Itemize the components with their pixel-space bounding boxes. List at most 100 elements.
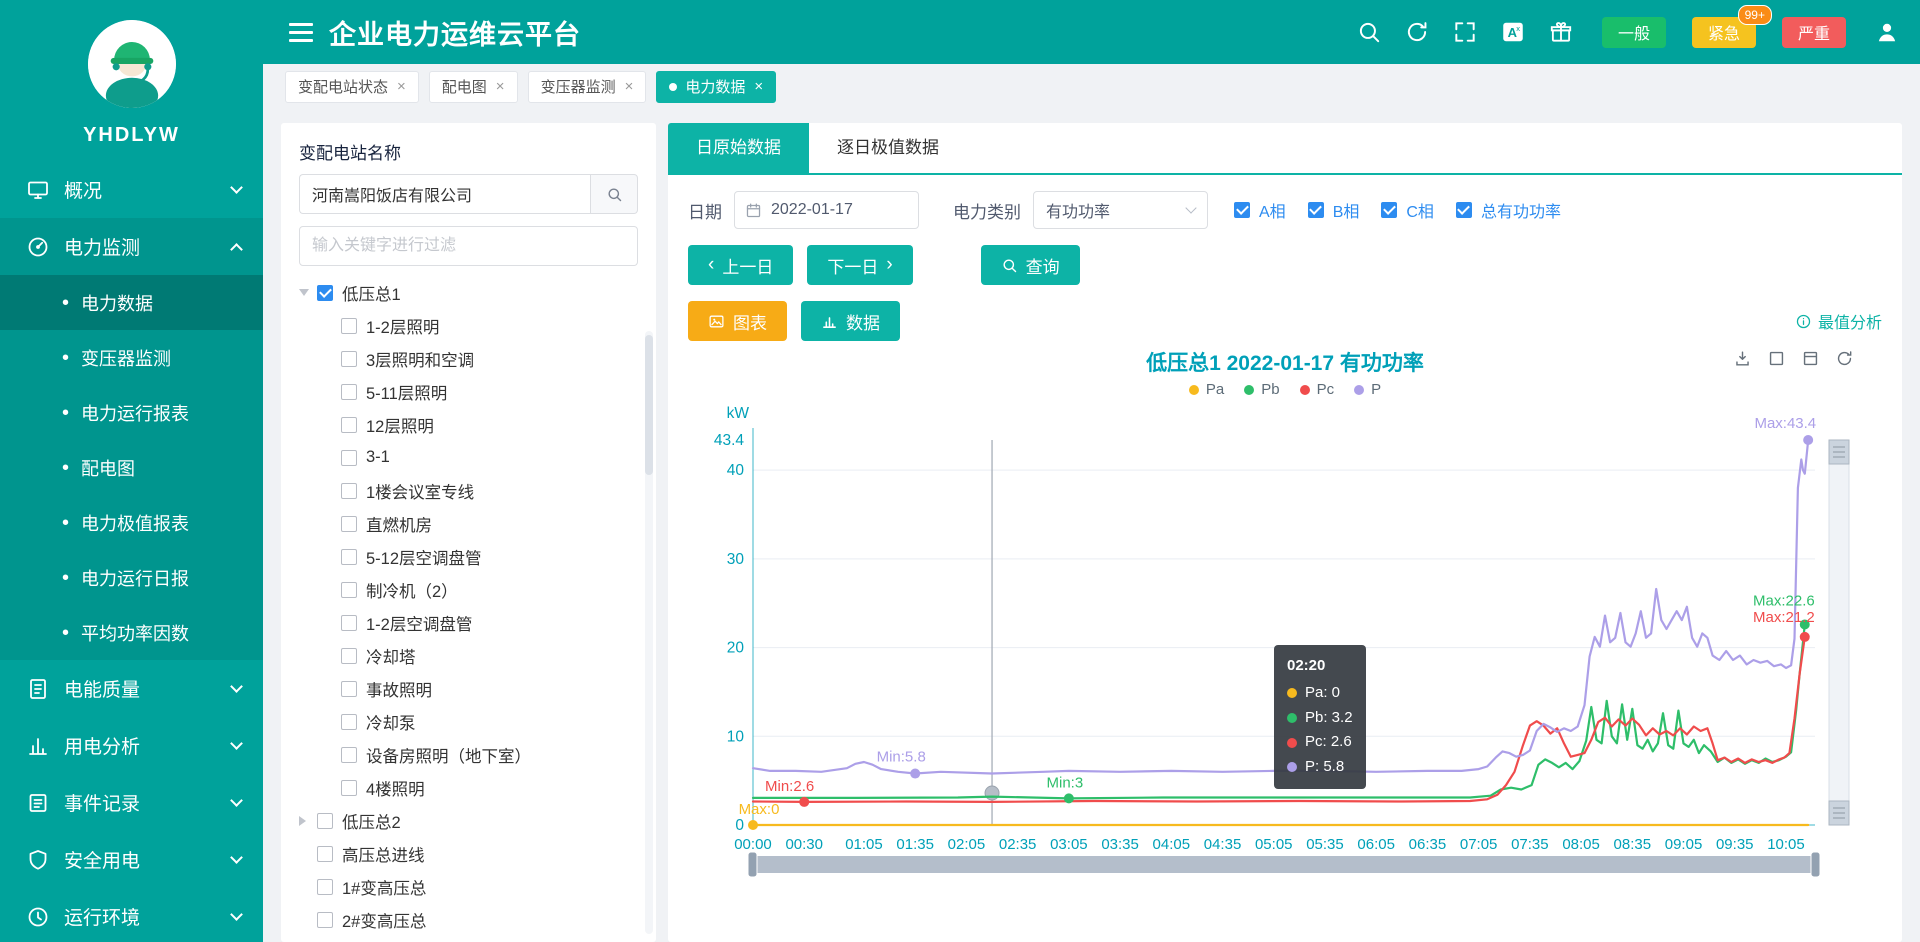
- tree-node[interactable]: 5-11层照明: [299, 375, 638, 408]
- sidebar-item-transformer-monitoring[interactable]: •变压器监测: [0, 330, 263, 385]
- tree-collapse-icon[interactable]: [299, 816, 311, 826]
- user-avatar-icon[interactable]: [1874, 19, 1900, 45]
- tree-node[interactable]: 冷却塔: [299, 639, 638, 672]
- station-search-button[interactable]: [590, 174, 638, 214]
- tree-scrollbar-thumb[interactable]: [645, 335, 653, 475]
- phase-checkbox-B相[interactable]: B相: [1308, 198, 1360, 222]
- sidebar-item-avg-power-factor[interactable]: •平均功率因数: [0, 605, 263, 660]
- close-icon[interactable]: ×: [496, 79, 505, 94]
- tree-checkbox[interactable]: [341, 648, 357, 664]
- close-icon[interactable]: ×: [625, 79, 634, 94]
- tree-checkbox[interactable]: [317, 879, 333, 895]
- sidebar-item-distribution-diagram[interactable]: •配电图: [0, 440, 263, 495]
- sidebar-item-power-safety[interactable]: 安全用电: [0, 831, 263, 888]
- datazoom-x-handle[interactable]: [748, 852, 757, 877]
- tree-node[interactable]: 1楼会议室专线: [299, 474, 638, 507]
- power-category-select[interactable]: 有功功率: [1033, 191, 1208, 229]
- sidebar-item-power-operation-report[interactable]: •电力运行报表: [0, 385, 263, 440]
- legend-item-P[interactable]: P: [1354, 381, 1381, 398]
- tree-checkbox[interactable]: [341, 384, 357, 400]
- tree-checkbox[interactable]: [341, 417, 357, 433]
- tree-checkbox[interactable]: [317, 912, 333, 928]
- alarm-button-general[interactable]: 一般: [1602, 17, 1666, 48]
- tree-checkbox[interactable]: [341, 747, 357, 763]
- prev-day-button[interactable]: ‹上一日: [688, 245, 793, 285]
- axis-pointer-handle[interactable]: [985, 786, 999, 800]
- tree-checkbox[interactable]: [341, 318, 357, 334]
- tab-distribution-diagram[interactable]: 配电图×: [429, 71, 518, 103]
- refresh-icon[interactable]: [1404, 19, 1430, 45]
- alarm-button-severe[interactable]: 严重: [1782, 17, 1846, 48]
- tab-raw-daily[interactable]: 日原始数据: [668, 123, 809, 173]
- datazoom-x-track[interactable]: [753, 856, 1815, 873]
- tree-node[interactable]: 12层照明: [299, 408, 638, 441]
- translate-icon[interactable]: Ax: [1500, 19, 1526, 45]
- sidebar-item-power-extreme-report[interactable]: •电力极值报表: [0, 495, 263, 550]
- sidebar-item-power-analysis[interactable]: 用电分析: [0, 717, 263, 774]
- tab-substation-status[interactable]: 变配电站状态×: [285, 71, 419, 103]
- sidebar-item-overview[interactable]: 概况: [0, 161, 263, 218]
- checkbox-icon[interactable]: [1234, 202, 1250, 218]
- tree-node[interactable]: 设备房照明（地下室）: [299, 738, 638, 771]
- close-icon[interactable]: ×: [397, 79, 406, 94]
- fullscreen-icon[interactable]: [1452, 19, 1478, 45]
- tree-checkbox[interactable]: [341, 450, 357, 466]
- sidebar-item-event-records[interactable]: 事件记录: [0, 774, 263, 831]
- tree-node[interactable]: 1-2层照明: [299, 309, 638, 342]
- legend-item-Pc[interactable]: Pc: [1300, 381, 1335, 398]
- tree-node[interactable]: 低压总2: [299, 804, 638, 837]
- zoom-box-icon[interactable]: [1767, 349, 1786, 368]
- tree-checkbox[interactable]: [317, 813, 333, 829]
- tab-power-data[interactable]: 电力数据×: [656, 71, 776, 103]
- restore-refresh-icon[interactable]: [1835, 349, 1854, 368]
- data-view-icon[interactable]: [1801, 349, 1820, 368]
- tree-node[interactable]: 3-1: [299, 441, 638, 474]
- tree-checkbox[interactable]: [341, 549, 357, 565]
- legend-item-Pb[interactable]: Pb: [1244, 381, 1279, 398]
- tree-checkbox[interactable]: [341, 483, 357, 499]
- tree-expand-icon[interactable]: [299, 289, 309, 301]
- checkbox-icon[interactable]: [1381, 202, 1397, 218]
- legend-item-Pa[interactable]: Pa: [1189, 381, 1224, 398]
- alarm-button-urgent[interactable]: 紧急99+: [1692, 17, 1756, 48]
- checkbox-icon[interactable]: [1308, 202, 1324, 218]
- next-day-button[interactable]: 下一日›: [807, 245, 912, 285]
- station-name-input[interactable]: [299, 174, 590, 214]
- tree-node[interactable]: 高压总进线: [299, 837, 638, 870]
- date-input[interactable]: 2022-01-17: [734, 191, 919, 229]
- chart-view-button[interactable]: 图表: [688, 301, 787, 341]
- datazoom-y-track[interactable]: [1829, 440, 1849, 825]
- sidebar-item-power-daily-report[interactable]: •电力运行日报: [0, 550, 263, 605]
- tree-node[interactable]: 事故照明: [299, 672, 638, 705]
- datazoom-x-handle[interactable]: [1811, 852, 1820, 877]
- tree-node[interactable]: 直燃机房: [299, 507, 638, 540]
- search-icon[interactable]: [1356, 19, 1382, 45]
- query-button[interactable]: 查询: [981, 245, 1080, 285]
- tree-checkbox[interactable]: [341, 681, 357, 697]
- save-image-icon[interactable]: [1733, 349, 1752, 368]
- tree-node[interactable]: 冷却泵: [299, 705, 638, 738]
- tree-checkbox[interactable]: [341, 615, 357, 631]
- theme-gift-icon[interactable]: [1548, 19, 1574, 45]
- tree-checkbox[interactable]: [317, 285, 333, 301]
- tab-daily-extreme[interactable]: 逐日极值数据: [809, 123, 967, 173]
- close-icon[interactable]: ×: [754, 79, 763, 94]
- tree-checkbox[interactable]: [341, 780, 357, 796]
- sidebar-item-environment[interactable]: 运行环境: [0, 888, 263, 942]
- sidebar-item-power-monitoring[interactable]: 电力监测: [0, 218, 263, 275]
- power-chart[interactable]: 01020304043.4kW00:0000:3001:0501:3502:05…: [695, 400, 1875, 900]
- tree-node[interactable]: 低压总1: [299, 276, 638, 309]
- tree-scrollbar[interactable]: [645, 331, 653, 934]
- phase-checkbox-A相[interactable]: A相: [1234, 198, 1286, 222]
- tree-node[interactable]: 5-12层空调盘管: [299, 540, 638, 573]
- sidebar-item-power-quality[interactable]: 电能质量: [0, 660, 263, 717]
- checkbox-icon[interactable]: [1456, 202, 1472, 218]
- extreme-analysis-link[interactable]: 最值分析: [1795, 309, 1882, 333]
- tree-checkbox[interactable]: [341, 582, 357, 598]
- phase-checkbox-总有功功率[interactable]: 总有功功率: [1456, 198, 1561, 222]
- tree-checkbox[interactable]: [317, 846, 333, 862]
- tree-node[interactable]: 3层照明和空调: [299, 342, 638, 375]
- tree-node[interactable]: 4楼照明: [299, 771, 638, 804]
- tree-node[interactable]: 1#变高压总: [299, 870, 638, 903]
- tab-transformer-monitoring[interactable]: 变压器监测×: [528, 71, 647, 103]
